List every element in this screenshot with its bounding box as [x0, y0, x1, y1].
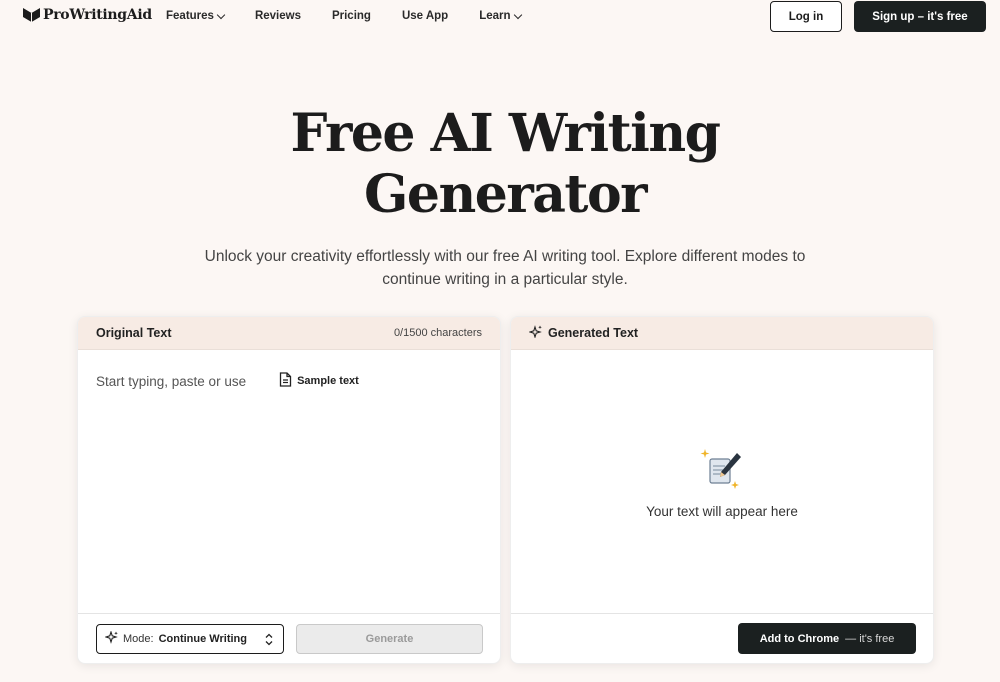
nav-link-label: Use App: [401, 10, 449, 22]
page-subtitle: Unlock your creativity effortlessly with…: [190, 245, 820, 291]
title-line: Generator: [363, 164, 648, 225]
page-title: Free AI Writing Generator: [0, 103, 1000, 225]
panel-title: Original Text: [96, 326, 172, 340]
text-input-area[interactable]: Start typing, paste or use Sample text: [96, 372, 359, 390]
logo-book-icon: [23, 8, 40, 22]
nav-link-reviews[interactable]: Reviews: [255, 10, 301, 22]
login-button[interactable]: Log in: [770, 1, 842, 32]
sample-text-button[interactable]: Sample text: [279, 372, 359, 390]
top-nav: ProWritingAid Features Reviews Pricing U…: [0, 0, 1000, 34]
chevron-down-icon: [216, 10, 226, 19]
writing-pen-icon: [699, 449, 745, 495]
nav-links: Features Reviews Pricing Use App Learn: [166, 10, 552, 22]
generate-button[interactable]: Generate: [296, 624, 483, 654]
nav-link-features[interactable]: Features: [166, 10, 226, 22]
chevron-down-icon: [513, 10, 522, 19]
sample-text-label: Sample text: [297, 375, 359, 387]
input-placeholder[interactable]: Start typing, paste or use: [96, 374, 246, 389]
mode-value: Continue Writing: [158, 633, 247, 645]
character-count: 0/1500 characters: [393, 327, 482, 339]
logo[interactable]: ProWritingAid: [23, 7, 152, 23]
nav-link-pricing[interactable]: Pricing: [332, 10, 371, 22]
nav-link-use-app[interactable]: Use App: [402, 10, 448, 22]
original-text-panel: Original Text 0/1500 characters Start ty…: [77, 316, 501, 664]
mode-select[interactable]: Mode: Continue Writing: [96, 624, 284, 654]
subtitle-line: continue writing in a particular style.: [382, 271, 628, 288]
empty-state: Your text will appear here: [511, 447, 933, 519]
subtitle-line: Unlock your creativity effortlessly with…: [204, 248, 806, 265]
logo-text: ProWritingAid: [43, 7, 152, 23]
nav-link-learn[interactable]: Learn: [479, 10, 522, 22]
up-down-arrows-icon: [265, 633, 273, 646]
add-to-chrome-button[interactable]: Add to Chrome — it's free: [738, 623, 916, 654]
generated-text-panel: Generated Text Your text will appear her…: [510, 316, 934, 664]
nav-link-label: Reviews: [254, 10, 301, 22]
empty-state-text: Your text will appear here: [646, 504, 798, 519]
panel-header: Original Text 0/1500 characters: [78, 317, 500, 350]
chrome-button-sublabel: — it's free: [845, 632, 895, 645]
panel-footer: Add to Chrome — it's free: [511, 613, 933, 663]
nav-link-label: Learn: [479, 10, 511, 22]
document-icon: [279, 372, 292, 390]
panel-header: Generated Text: [511, 317, 933, 350]
panel-footer: Mode: Continue Writing Generate: [78, 613, 500, 663]
nav-link-label: Pricing: [331, 10, 371, 22]
title-line: Free AI Writing: [290, 103, 721, 164]
chrome-button-label: Add to Chrome: [759, 632, 840, 645]
panel-title: Generated Text: [548, 326, 639, 340]
nav-link-label: Features: [166, 10, 214, 22]
signup-button[interactable]: Sign up – it's free: [854, 1, 986, 32]
sparkle-icon: [528, 325, 542, 341]
sparkle-icon: [104, 630, 118, 647]
mode-label: Mode:: [123, 633, 154, 645]
panel-title-group: Generated Text: [528, 325, 639, 341]
